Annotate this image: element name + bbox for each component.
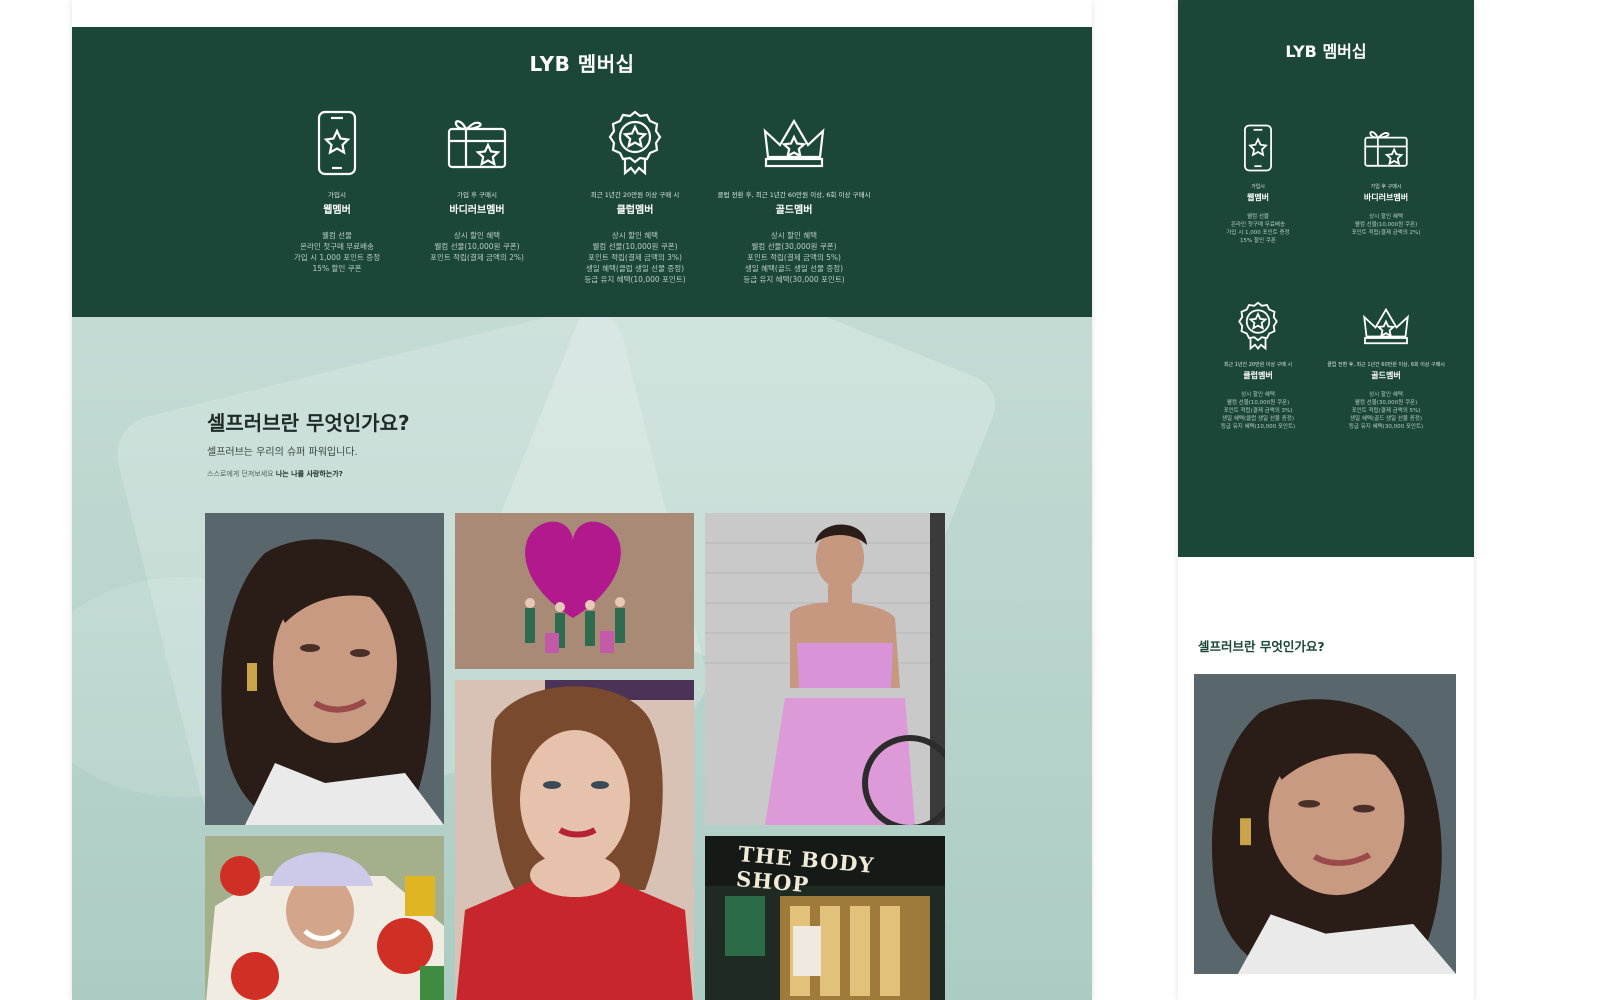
- tier-benefits: 상시 할인 혜택 웰컴 선물(10,000원 쿠폰) 포인트 적립(결제 금액의…: [584, 231, 686, 284]
- tier-condition: 클럽 전환 후, 최근 1년간 60만원 이상, 6회 이상 구매시: [717, 191, 871, 199]
- tier-name: 웹멤버: [1246, 193, 1270, 202]
- photo-heart-illustration: [455, 513, 694, 669]
- photo-bucket-hat-woman: [205, 836, 444, 1000]
- desktop-preview: LYB 멤버십 가입시 웹멤버 웰컴 선물 온라인 첫구매 무료배송 가입 시 …: [72, 0, 1092, 1000]
- photo-grid: THE BODY SHOP: [205, 513, 945, 1000]
- mobile-membership-section: LYB 멤버십 가입시 웹멤버 웰컴 선물 온라인 첫구매 무료배송 가입 시 1,…: [1178, 0, 1474, 557]
- gift-star-icon: [1321, 118, 1451, 178]
- mobile-preview: LYB 멤버십 가입시 웹멤버 웰컴 선물 온라인 첫구매 무료배송 가입 시 1,…: [1178, 0, 1474, 1000]
- membership-section: LYB 멤버십 가입시 웹멤버 웰컴 선물 온라인 첫구매 무료배송 가입 시 …: [72, 27, 1092, 317]
- tier-benefits: 웰컴 선물 온라인 첫구매 무료배송 가입 시 1,000 포인트 증정 15% 할인…: [1226, 214, 1290, 244]
- tier-benefits: 상시 할인 혜택 웰컴 선물(10,000원 쿠폰) 포인트 적립(결제 금액의 3…: [1220, 392, 1296, 430]
- mobile-tier-gold-member: 클럽 전환 후, 최근 1년간 60만원 이상, 6회 이상 구매시 골드멤버 …: [1321, 296, 1451, 431]
- tier-name: 클럽멤버: [1243, 371, 1273, 380]
- self-love-title: 셀프러브란 무엇인가요?: [207, 411, 410, 435]
- tier-benefits: 상시 할인 혜택 웰컴 선물(10,000원 쿠폰) 포인트 적립(결제 금액의…: [430, 231, 524, 262]
- tier-condition: 최근 1년간 20만원 이상 구매 시: [590, 191, 680, 199]
- photo-red-shirt-woman: [455, 680, 694, 1000]
- self-love-note: 스스로에게 던져보세요 나는 나를 사랑하는가?: [207, 470, 343, 478]
- crown-star-icon: [714, 103, 874, 183]
- tier-name: 바디러브멤버: [449, 205, 505, 216]
- tier-condition: 가입 후 구매시: [456, 191, 497, 199]
- tier-condition: 가입시: [328, 191, 346, 199]
- mobile-photo-curly-hair-woman: [1194, 674, 1456, 974]
- tier-name: 바디러브멤버: [1363, 193, 1409, 202]
- crown-star-icon: [1321, 296, 1451, 356]
- phone-star-icon: [1193, 118, 1323, 178]
- tier-gold-member: 클럽 전환 후, 최근 1년간 60만원 이상, 6회 이상 구매시 골드멤버 …: [714, 103, 874, 285]
- tier-benefits: 상시 할인 혜택 웰컴 선물(30,000원 쿠폰) 포인트 적립(결제 금액의…: [743, 231, 845, 284]
- top-spacer: [72, 0, 1092, 27]
- tier-name: 웹멤버: [323, 205, 351, 216]
- photo-store-front: THE BODY SHOP: [705, 836, 945, 1000]
- mobile-self-love-title: 셀프러브란 무엇인가요?: [1198, 639, 1325, 654]
- mobile-tier-bodylove-member: 가입 후 구매시 바디러브멤버 상시 할인 혜택 웰컴 선물(10,000원 쿠폰…: [1321, 118, 1451, 237]
- self-love-subtitle: 셀프러브는 우리의 슈퍼 파워입니다.: [207, 447, 358, 458]
- tier-web-member: 가입시 웹멤버 웰컴 선물 온라인 첫구매 무료배송 가입 시 1,000 포인…: [257, 103, 417, 274]
- tier-condition: 가입시: [1251, 184, 1265, 190]
- tier-benefits: 상시 할인 혜택 웰컴 선물(30,000원 쿠폰) 포인트 적립(결제 금액의 5…: [1348, 392, 1424, 430]
- tier-name: 골드멤버: [775, 205, 813, 216]
- phone-star-icon: [257, 103, 417, 183]
- photo-wheelchair-athlete: [705, 513, 945, 825]
- tier-club-member: 최근 1년간 20만원 이상 구매 시 클럽멤버 상시 할인 혜택 웰컴 선물(…: [555, 103, 715, 285]
- tier-condition: 클럽 전환 후, 최근 1년간 60만원 이상, 6회 이상 구매시: [1327, 362, 1445, 368]
- mobile-membership-title: LYB 멤버십: [1285, 42, 1367, 61]
- mobile-tier-web-member: 가입시 웹멤버 웰컴 선물 온라인 첫구매 무료배송 가입 시 1,000 포인트 …: [1193, 118, 1323, 245]
- membership-title: LYB 멤버십: [529, 52, 635, 76]
- tier-benefits: 웰컴 선물 온라인 첫구매 무료배송 가입 시 1,000 포인트 증정 15%…: [293, 231, 381, 273]
- self-love-section: 셀프러브란 무엇인가요? 셀프러브는 우리의 슈퍼 파워입니다. 스스로에게 던…: [72, 317, 1092, 1000]
- photo-curly-hair-woman: [205, 513, 444, 825]
- badge-star-icon: [1193, 296, 1323, 356]
- tier-bodylove-member: 가입 후 구매시 바디러브멤버 상시 할인 혜택 웰컴 선물(10,000원 쿠…: [397, 103, 557, 263]
- tier-name: 골드멤버: [1371, 371, 1401, 380]
- mobile-tier-club-member: 최근 1년간 20만원 이상 구매 시 클럽멤버 상시 할인 혜택 웰컴 선물(1…: [1193, 296, 1323, 431]
- tier-benefits: 상시 할인 혜택 웰컴 선물(10,000원 쿠폰) 포인트 적립(결제 금액의 2…: [1351, 214, 1421, 236]
- tier-condition: 최근 1년간 20만원 이상 구매 시: [1223, 362, 1293, 368]
- badge-star-icon: [555, 103, 715, 183]
- tier-name: 클럽멤버: [616, 205, 654, 216]
- tier-condition: 가입 후 구매시: [1370, 184, 1402, 190]
- gift-star-icon: [397, 103, 557, 183]
